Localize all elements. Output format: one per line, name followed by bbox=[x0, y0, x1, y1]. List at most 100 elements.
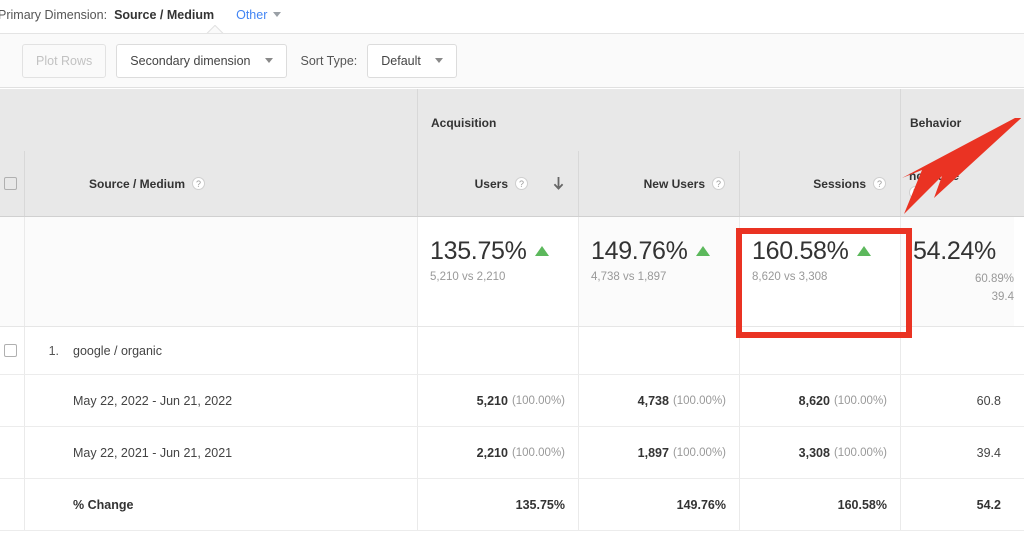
primary-dimension-bar: Primary Dimension: Source / Medium Other bbox=[0, 0, 1024, 29]
help-icon[interactable]: ? bbox=[909, 185, 922, 199]
row-bounce-rate-empty bbox=[900, 327, 1014, 374]
row-users-empty bbox=[417, 327, 578, 374]
plot-rows-label: Plot Rows bbox=[36, 53, 93, 68]
period-users-value: 2,210 bbox=[476, 445, 508, 460]
table-row[interactable]: 1. google / organic bbox=[0, 327, 1024, 375]
period-bounce-rate-cell: 60.8 bbox=[900, 375, 1014, 426]
table-group-header-row: Acquisition Behavior bbox=[0, 89, 1024, 151]
column-header-sessions-label: Sessions bbox=[813, 176, 866, 191]
column-header-new-users-label: New Users bbox=[643, 176, 705, 191]
row-checkbox[interactable] bbox=[3, 344, 17, 357]
select-all-checkbox-cell[interactable] bbox=[0, 151, 24, 216]
select-all-checkbox[interactable] bbox=[3, 177, 17, 190]
row-index: 1. bbox=[48, 343, 59, 358]
summary-sessions-detail: 8,620 vs 3,308 bbox=[752, 271, 828, 283]
change-users-value: 135.75% bbox=[515, 497, 565, 512]
period-sessions-value: 3,308 bbox=[798, 445, 830, 460]
sort-type-value: Default bbox=[381, 53, 421, 68]
summary-bounce-rate: 54.24% 60.89% 39.4 bbox=[900, 217, 1014, 326]
summary-bounce-rate-percent-value: 54.24% bbox=[913, 237, 996, 265]
group-header-behavior: Behavior bbox=[900, 89, 1014, 151]
table-row: May 22, 2021 - Jun 21, 2021 2,210 (100.0… bbox=[0, 427, 1024, 479]
trend-up-icon bbox=[534, 245, 549, 256]
secondary-dimension-button[interactable]: Secondary dimension bbox=[116, 43, 287, 78]
table-toolbar: Plot Rows Secondary dimension Sort Type:… bbox=[0, 33, 1024, 88]
change-row-label: % Change bbox=[73, 497, 134, 512]
summary-new-users-percent-value: 149.76% bbox=[591, 237, 688, 265]
period-new-users-cell: 4,738 (100.00%) bbox=[578, 375, 739, 426]
period-new-users-value: 1,897 bbox=[637, 445, 669, 460]
trend-up-icon bbox=[856, 245, 871, 256]
period-label: May 22, 2021 - Jun 21, 2021 bbox=[73, 445, 233, 460]
group-header-spacer bbox=[0, 89, 24, 151]
table-row: % Change 135.75% 149.76% 160.58% 54.2 bbox=[0, 479, 1024, 531]
column-header-dimension-label: Source / Medium bbox=[89, 176, 186, 191]
row-checkbox-cell[interactable] bbox=[0, 327, 24, 374]
change-sessions-value: 160.58% bbox=[837, 497, 887, 512]
group-header-acquisition: Acquisition bbox=[417, 89, 900, 151]
help-icon[interactable]: ? bbox=[192, 177, 206, 190]
table-column-header-row: Source / Medium ? Users ? New Users ? Se… bbox=[0, 151, 1024, 217]
chevron-down-icon[interactable] bbox=[273, 12, 282, 17]
summary-new-users-detail: 4,738 vs 1,897 bbox=[591, 271, 667, 283]
summary-new-users: 149.76% 4,738 vs 1,897 bbox=[578, 217, 739, 326]
table-row: May 22, 2022 - Jun 21, 2022 5,210 (100.0… bbox=[0, 375, 1024, 427]
column-header-users-label: Users bbox=[474, 176, 508, 191]
summary-dimension-spacer bbox=[24, 217, 417, 326]
change-bounce-rate-value: 54.2 bbox=[976, 497, 1001, 512]
period-users-percent: (100.00%) bbox=[511, 394, 565, 407]
chevron-down-icon bbox=[264, 58, 273, 63]
table-summary-row: 135.75% 5,210 vs 2,210 149.76% 4,738 vs … bbox=[0, 217, 1024, 327]
row-dimension-cell: 1. google / organic bbox=[24, 327, 417, 374]
column-header-sessions[interactable]: Sessions ? bbox=[739, 151, 900, 216]
period-bounce-rate-value: 60.8 bbox=[976, 393, 1001, 408]
help-icon[interactable]: ? bbox=[873, 177, 886, 190]
row-sessions-empty bbox=[739, 327, 900, 374]
column-header-bounce-rate-label: nce Rate bbox=[909, 168, 960, 183]
period-sessions-percent: (100.00%) bbox=[833, 446, 887, 459]
secondary-dimension-label: Secondary dimension bbox=[130, 53, 251, 68]
change-users-cell: 135.75% bbox=[417, 479, 578, 530]
period-sessions-percent: (100.00%) bbox=[833, 394, 887, 407]
period-checkbox-spacer bbox=[0, 375, 24, 426]
period-label: May 22, 2022 - Jun 21, 2022 bbox=[73, 393, 233, 408]
period-sessions-cell: 3,308 (100.00%) bbox=[739, 427, 900, 478]
group-header-dimension-spacer bbox=[24, 89, 417, 151]
summary-users-detail: 5,210 vs 2,210 bbox=[430, 271, 506, 283]
summary-bounce-rate-detail-previous: 39.4 bbox=[991, 290, 1014, 303]
summary-users-percent: 135.75% bbox=[430, 237, 549, 266]
plot-rows-button[interactable]: Plot Rows bbox=[22, 43, 107, 78]
period-new-users-value: 4,738 bbox=[637, 393, 669, 408]
primary-dimension-value[interactable]: Source / Medium bbox=[114, 8, 214, 22]
summary-users: 135.75% 5,210 vs 2,210 bbox=[417, 217, 578, 326]
column-header-users[interactable]: Users ? bbox=[417, 151, 578, 216]
row-dimension-name[interactable]: google / organic bbox=[73, 344, 162, 358]
summary-bounce-rate-detail-current: 60.89% bbox=[974, 273, 1014, 285]
column-header-bounce-rate[interactable]: nce Rate ? bbox=[900, 151, 1014, 216]
sort-type-button[interactable]: Default bbox=[367, 43, 457, 78]
period-new-users-percent: (100.00%) bbox=[672, 446, 726, 459]
period-sessions-value: 8,620 bbox=[798, 393, 830, 408]
period-users-cell: 2,210 (100.00%) bbox=[417, 427, 578, 478]
period-new-users-cell: 1,897 (100.00%) bbox=[578, 427, 739, 478]
change-new-users-cell: 149.76% bbox=[578, 479, 739, 530]
change-checkbox-spacer bbox=[0, 479, 24, 530]
primary-dimension-label: Primary Dimension: bbox=[0, 7, 108, 22]
sort-descending-icon[interactable] bbox=[553, 176, 564, 191]
column-header-dimension[interactable]: Source / Medium ? bbox=[24, 151, 417, 216]
summary-bounce-rate-percent: 54.24% bbox=[913, 237, 996, 266]
summary-users-percent-value: 135.75% bbox=[430, 237, 527, 265]
help-icon[interactable]: ? bbox=[515, 177, 528, 190]
primary-dimension-other-link[interactable]: Other bbox=[236, 8, 267, 22]
period-bounce-rate-value: 39.4 bbox=[976, 445, 1001, 460]
change-bounce-rate-cell: 54.2 bbox=[900, 479, 1014, 530]
summary-sessions-percent-value: 160.58% bbox=[752, 237, 849, 265]
row-new-users-empty bbox=[578, 327, 739, 374]
help-icon[interactable]: ? bbox=[712, 177, 725, 190]
summary-sessions: 160.58% 8,620 vs 3,308 bbox=[739, 217, 900, 326]
period-new-users-percent: (100.00%) bbox=[672, 394, 726, 407]
trend-up-icon bbox=[695, 245, 710, 256]
column-header-new-users[interactable]: New Users ? bbox=[578, 151, 739, 216]
change-label-cell: % Change bbox=[24, 479, 417, 530]
period-label-cell: May 22, 2021 - Jun 21, 2021 bbox=[24, 427, 417, 478]
